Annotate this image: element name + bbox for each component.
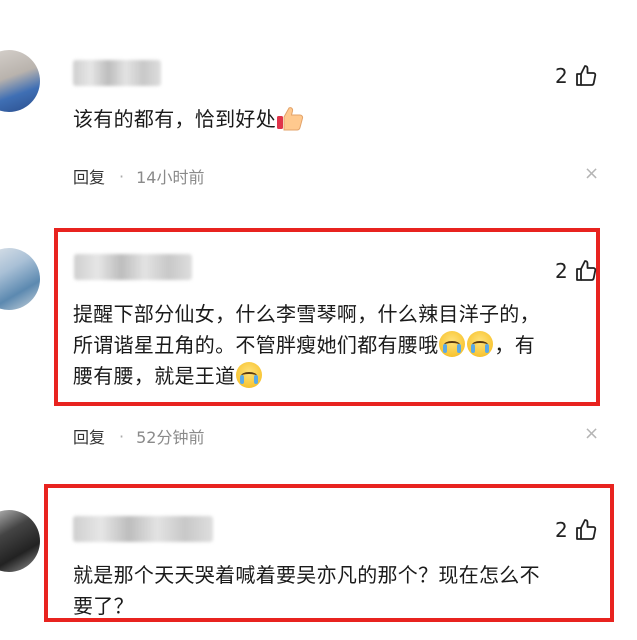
timestamp: 14小时前: [136, 168, 205, 187]
reply-button[interactable]: 回复: [73, 424, 105, 448]
comment-text: 就是那个天天哭着喊着要吴亦凡的那个？现在怎么不 要了？: [73, 560, 540, 622]
comment-text-line-3: 腰有腰，就是王道: [73, 361, 540, 392]
username-blurred[interactable]: [73, 516, 213, 542]
crying-face-emoji: [439, 331, 466, 357]
comment-text-line-1: 提醒下部分仙女，什么李雪琴啊，什么辣目洋子的，: [73, 302, 540, 326]
comment-text: 该有的都有，恰到好处: [73, 104, 304, 135]
separator-dot: ·: [119, 426, 125, 446]
like-button[interactable]: 2: [555, 259, 598, 283]
comment-meta: 回复 · 52分钟前: [73, 424, 204, 448]
like-count: 2: [555, 518, 568, 542]
thumbs-up-icon: [575, 65, 596, 86]
comment-text-line-2: 要了？: [73, 594, 134, 618]
like-count: 2: [555, 259, 568, 283]
like-button[interactable]: 2: [555, 518, 598, 542]
like-count: 2: [555, 64, 568, 88]
separator-dot: ·: [119, 166, 125, 186]
timestamp: 52分钟前: [136, 428, 205, 447]
reply-button[interactable]: 回复: [73, 164, 105, 188]
thumbs-up-icon: [575, 519, 596, 540]
avatar[interactable]: [0, 510, 40, 572]
comment-text-line-2: 所谓谐星丑角的。不管胖瘦她们都有腰哦 ，有: [73, 331, 536, 357]
comment-text: 提醒下部分仙女，什么李雪琴啊，什么辣目洋子的， 所谓谐星丑角的。不管胖瘦她们都有…: [73, 299, 540, 392]
like-button[interactable]: 2: [555, 64, 598, 88]
avatar[interactable]: [0, 50, 40, 112]
username-blurred[interactable]: [74, 254, 192, 280]
thumbs-up-emoji: [277, 107, 304, 131]
avatar[interactable]: [0, 248, 40, 310]
comment-text-line-1: 就是那个天天哭着喊着要吴亦凡的那个？现在怎么不: [73, 563, 540, 587]
crying-face-emoji: [236, 362, 263, 388]
thumbs-up-icon: [575, 260, 596, 281]
close-icon[interactable]: ×: [584, 423, 599, 444]
close-icon[interactable]: ×: [584, 163, 599, 184]
username-blurred[interactable]: [73, 60, 161, 86]
comment-meta: 回复 · 14小时前: [73, 164, 204, 188]
crying-face-emoji: [467, 331, 494, 357]
